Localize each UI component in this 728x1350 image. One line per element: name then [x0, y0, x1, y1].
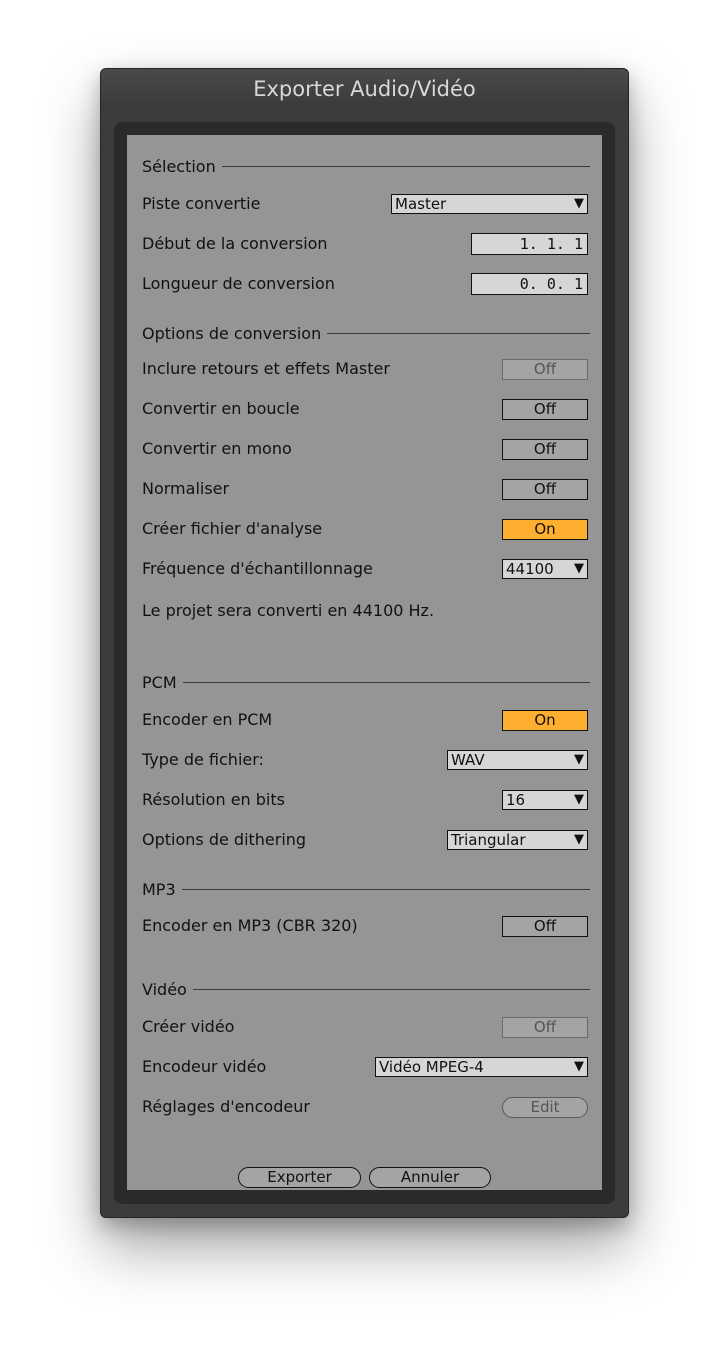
- analysis-toggle[interactable]: On: [502, 519, 588, 540]
- analysis-label: Créer fichier d'analyse: [142, 519, 323, 538]
- mp3-encode-label: Encoder en MP3 (CBR 320): [142, 916, 358, 935]
- section-selection: Sélection: [142, 156, 590, 176]
- section-options-title: Options de conversion: [142, 323, 322, 343]
- chevron-down-icon: ▼: [574, 561, 584, 576]
- bit-depth-label: Résolution en bits: [142, 790, 285, 809]
- create-video-toggle[interactable]: Off: [502, 1017, 588, 1038]
- pcm-encode-toggle[interactable]: On: [502, 710, 588, 731]
- chevron-down-icon: ▼: [574, 1059, 584, 1074]
- dialog-frame: Sélection Piste convertie Master ▼ Début…: [114, 122, 615, 1204]
- bit-depth-dropdown[interactable]: 16 ▼: [502, 790, 588, 810]
- section-divider: [327, 332, 590, 334]
- sample-rate-value: 44100: [506, 560, 554, 578]
- window-title: Exporter Audio/Vidéo: [101, 69, 628, 109]
- normalize-label: Normaliser: [142, 479, 230, 498]
- mono-label: Convertir en mono: [142, 439, 292, 458]
- mp3-encode-toggle[interactable]: Off: [502, 916, 588, 937]
- length-field[interactable]: 0. 0. 1: [471, 273, 588, 295]
- chevron-down-icon: ▼: [574, 832, 584, 847]
- video-encoder-dropdown[interactable]: Vidéo MPEG-4 ▼: [375, 1057, 588, 1077]
- cancel-button[interactable]: Annuler: [369, 1167, 491, 1188]
- start-label: Début de la conversion: [142, 234, 328, 253]
- section-divider: [221, 165, 590, 167]
- section-mp3: MP3: [142, 879, 590, 899]
- file-type-label: Type de fichier:: [142, 750, 264, 769]
- dialog-content: Sélection Piste convertie Master ▼ Début…: [127, 135, 602, 1190]
- create-video-label: Créer vidéo: [142, 1017, 235, 1036]
- section-selection-title: Sélection: [142, 156, 216, 176]
- track-dropdown[interactable]: Master ▼: [391, 194, 588, 214]
- section-divider: [182, 681, 590, 683]
- section-mp3-title: MP3: [142, 879, 176, 899]
- loop-label: Convertir en boucle: [142, 399, 300, 418]
- track-dropdown-value: Master: [395, 195, 447, 213]
- section-options: Options de conversion: [142, 323, 590, 343]
- chevron-down-icon: ▼: [574, 196, 584, 211]
- chevron-down-icon: ▼: [574, 752, 584, 767]
- export-button[interactable]: Exporter: [238, 1167, 361, 1188]
- pcm-encode-label: Encoder en PCM: [142, 710, 273, 729]
- mono-toggle[interactable]: Off: [502, 439, 588, 460]
- video-encoder-value: Vidéo MPEG-4: [379, 1058, 484, 1076]
- export-dialog: Exporter Audio/Vidéo Sélection Piste con…: [100, 68, 629, 1218]
- sample-rate-info: Le projet sera converti en 44100 Hz.: [142, 601, 435, 620]
- file-type-value: WAV: [451, 751, 485, 769]
- chevron-down-icon: ▼: [574, 792, 584, 807]
- section-video-title: Vidéo: [142, 979, 187, 999]
- encoder-settings-edit-button[interactable]: Edit: [502, 1097, 588, 1118]
- section-video: Vidéo: [142, 979, 590, 999]
- include-returns-label: Inclure retours et effets Master: [142, 359, 390, 378]
- section-divider: [192, 988, 590, 990]
- loop-toggle[interactable]: Off: [502, 399, 588, 420]
- sample-rate-label: Fréquence d'échantillonnage: [142, 559, 373, 578]
- section-pcm: PCM: [142, 672, 590, 692]
- include-returns-toggle[interactable]: Off: [502, 359, 588, 380]
- file-type-dropdown[interactable]: WAV ▼: [447, 750, 588, 770]
- normalize-toggle[interactable]: Off: [502, 479, 588, 500]
- start-field[interactable]: 1. 1. 1: [471, 233, 588, 255]
- length-label: Longueur de conversion: [142, 274, 335, 293]
- encoder-settings-label: Réglages d'encodeur: [142, 1097, 310, 1116]
- bit-depth-value: 16: [506, 791, 526, 809]
- dither-dropdown[interactable]: Triangular ▼: [447, 830, 588, 850]
- video-encoder-label: Encodeur vidéo: [142, 1057, 267, 1076]
- section-pcm-title: PCM: [142, 672, 177, 692]
- section-divider: [181, 888, 590, 890]
- sample-rate-dropdown[interactable]: 44100 ▼: [502, 559, 588, 579]
- dither-value: Triangular: [451, 831, 526, 849]
- dither-label: Options de dithering: [142, 830, 307, 849]
- track-label: Piste convertie: [142, 194, 261, 213]
